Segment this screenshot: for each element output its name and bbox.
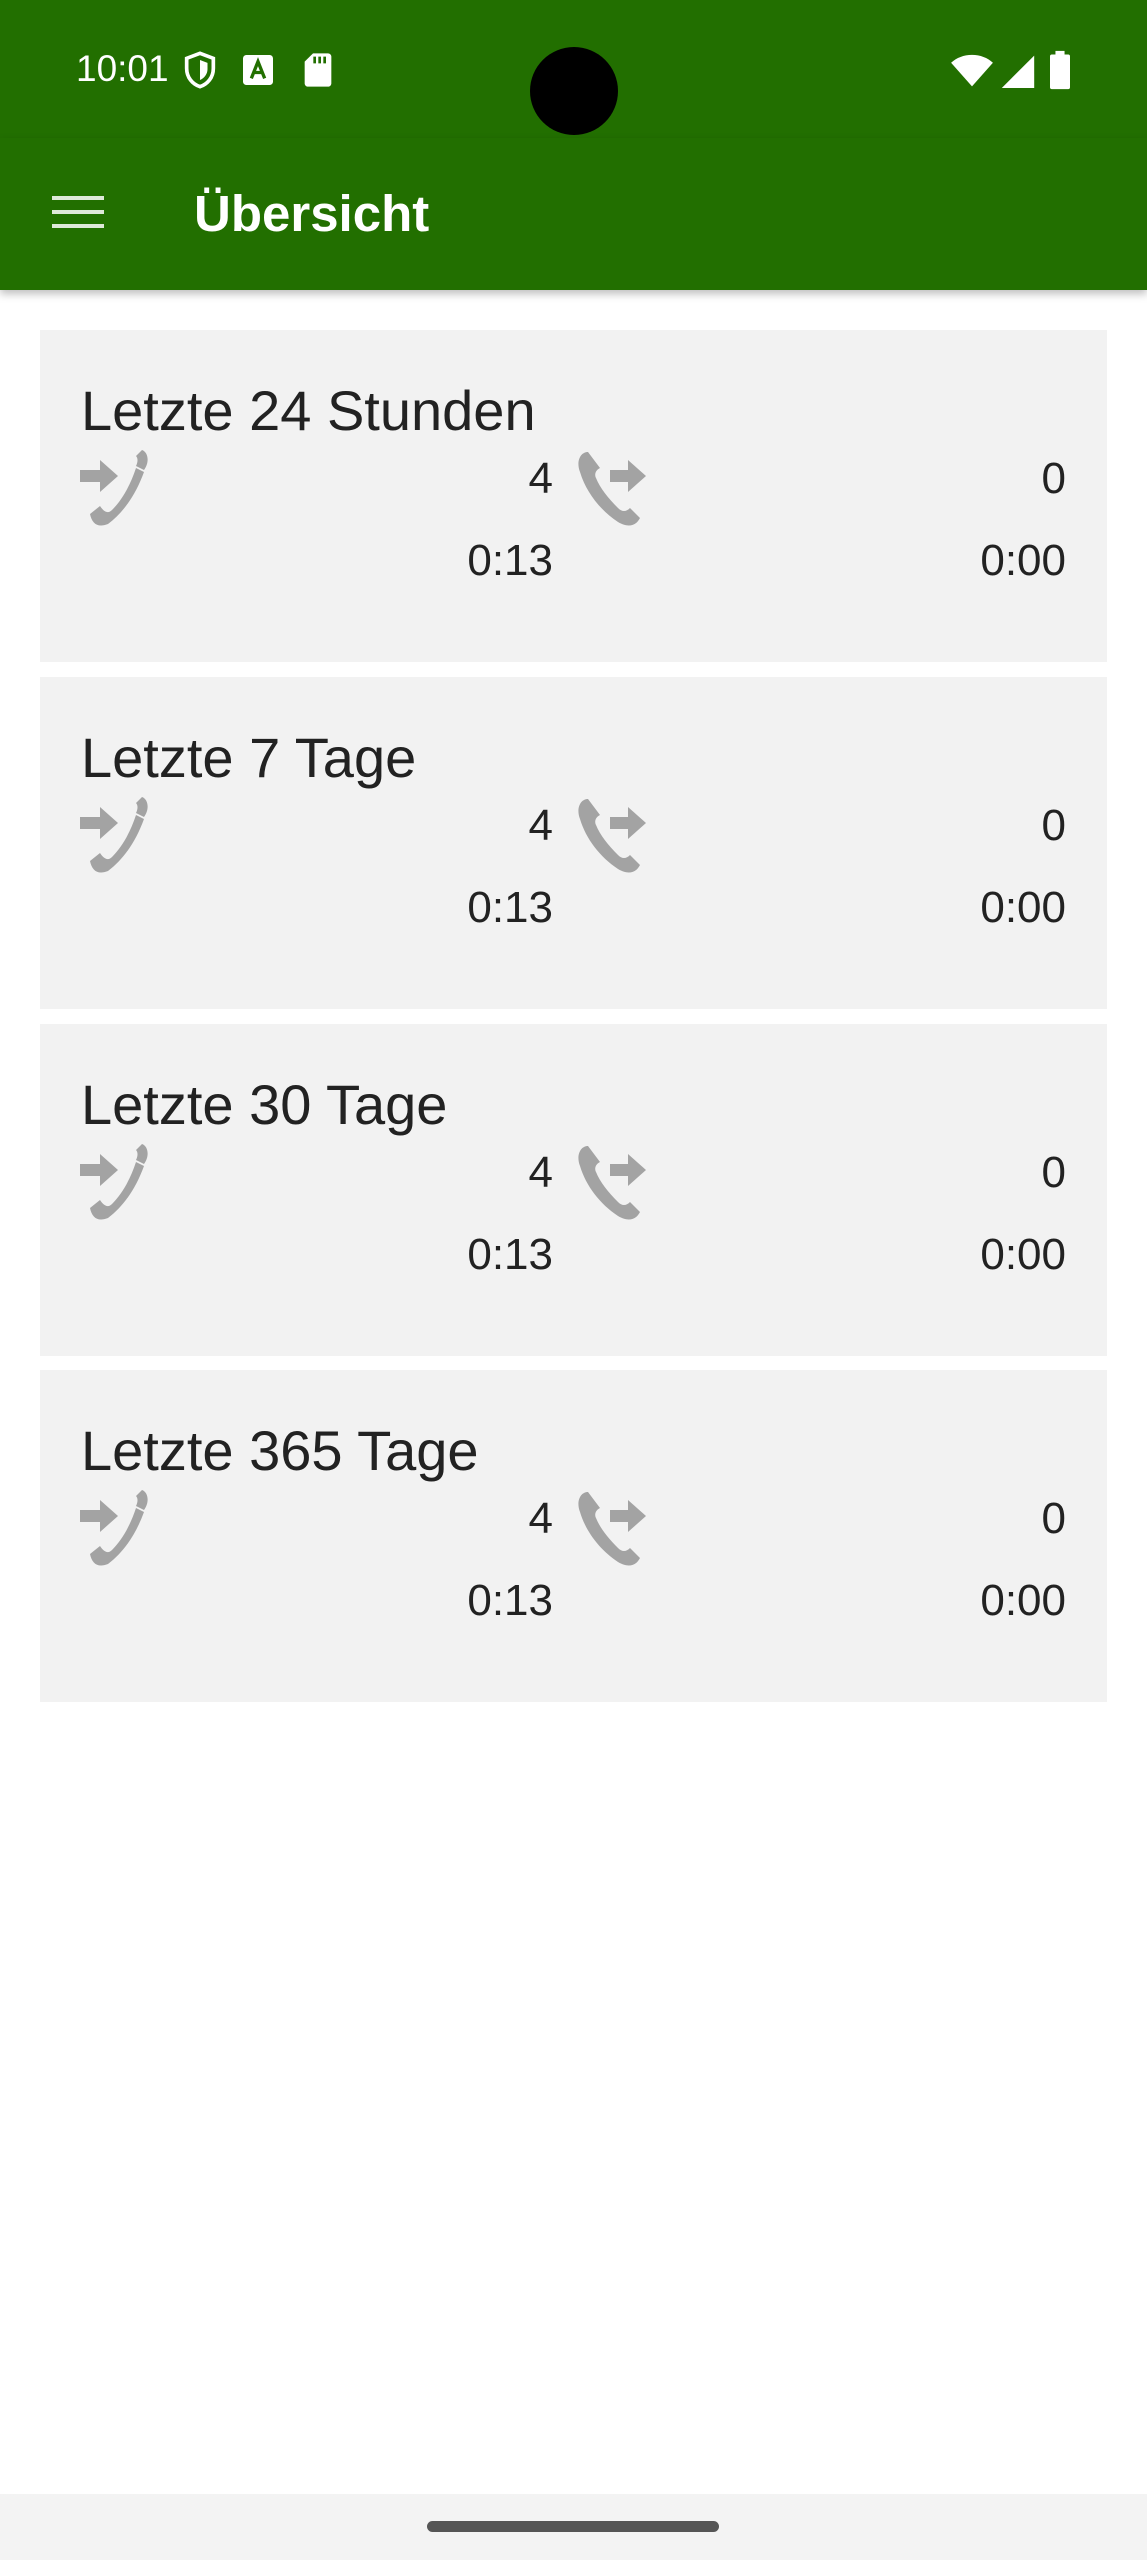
outgoing-count: 0 <box>1041 1494 1066 1543</box>
incoming-duration: 0:13 <box>467 1230 553 1279</box>
page-title: Übersicht <box>194 185 430 242</box>
outgoing-count: 0 <box>1041 1148 1066 1197</box>
incoming-duration: 0:13 <box>467 1576 553 1625</box>
card-title: Letzte 30 Tage <box>81 1073 448 1136</box>
card-title: Letzte 7 Tage <box>81 726 417 789</box>
incoming-count: 4 <box>528 1148 553 1197</box>
card-title: Letzte 24 Stunden <box>81 379 536 442</box>
outgoing-call-icon <box>576 795 648 875</box>
incoming-call-icon <box>78 795 150 875</box>
outgoing-call-icon <box>576 1142 648 1222</box>
font-icon <box>238 50 278 90</box>
camera-cutout <box>530 47 618 135</box>
incoming-call-icon <box>78 1488 150 1568</box>
menu-button[interactable] <box>40 176 116 252</box>
status-bar: 10:01 <box>0 0 1147 138</box>
incoming-call-icon <box>78 448 150 528</box>
incoming-call-icon <box>78 1142 150 1222</box>
status-time: 10:01 <box>76 48 169 89</box>
outgoing-call-icon <box>576 1488 648 1568</box>
app-bar: Übersicht <box>0 138 1147 290</box>
outgoing-duration: 0:00 <box>980 1230 1066 1279</box>
summary-card[interactable]: Letzte 30 Tage 4 0:13 0 0:00 <box>40 1024 1107 1356</box>
incoming-duration: 0:13 <box>467 536 553 585</box>
card-title: Letzte 365 Tage <box>81 1419 479 1482</box>
signal-icon <box>1000 50 1036 90</box>
outgoing-call-icon <box>576 448 648 528</box>
incoming-count: 4 <box>528 1494 553 1543</box>
outgoing-duration: 0:00 <box>980 536 1066 585</box>
sd-card-icon <box>298 50 338 90</box>
battery-icon <box>1048 50 1072 90</box>
outgoing-count: 0 <box>1041 801 1066 850</box>
wifi-icon <box>950 50 994 90</box>
navigation-bar <box>0 2494 1147 2560</box>
summary-card[interactable]: Letzte 365 Tage 4 0:13 0 0:00 <box>40 1370 1107 1702</box>
incoming-count: 4 <box>528 454 553 503</box>
summary-card[interactable]: Letzte 7 Tage 4 0:13 0 0:00 <box>40 677 1107 1009</box>
shield-icon <box>180 50 220 90</box>
outgoing-duration: 0:00 <box>980 883 1066 932</box>
summary-card[interactable]: Letzte 24 Stunden 4 0:13 0 0:00 <box>40 330 1107 662</box>
outgoing-duration: 0:00 <box>980 1576 1066 1625</box>
home-gesture-handle[interactable] <box>427 2521 719 2532</box>
incoming-count: 4 <box>528 801 553 850</box>
incoming-duration: 0:13 <box>467 883 553 932</box>
hamburger-menu-icon <box>52 192 104 237</box>
outgoing-count: 0 <box>1041 454 1066 503</box>
